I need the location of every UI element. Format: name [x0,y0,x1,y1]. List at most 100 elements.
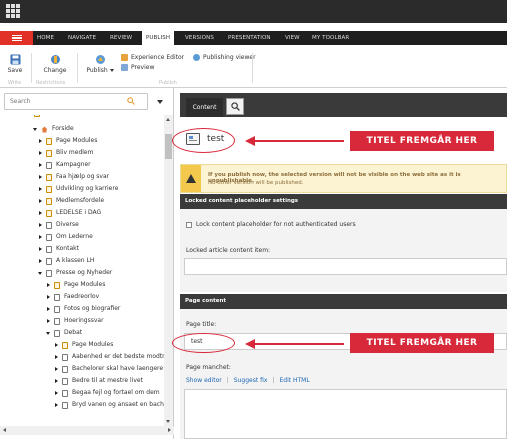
editor-search-button[interactable] [226,98,244,115]
lock-content-row[interactable]: Lock content placeholder for not authent… [186,221,356,228]
expand-icon[interactable] [55,343,58,347]
expand-icon[interactable] [55,391,58,395]
collapse-icon[interactable] [33,127,37,131]
tree-item[interactable]: A klassen LH [39,255,94,267]
show-editor-link[interactable]: Show editor [186,377,222,384]
suggest-fix-link[interactable]: Suggest fix [234,377,268,384]
tab-view[interactable]: VIEW [285,31,300,45]
expand-icon[interactable] [39,235,42,239]
tree-item-presse-og-nyheder[interactable]: Presse og Nyheder [38,267,112,279]
page-icon [46,245,52,253]
tree-item[interactable]: LEDELSE i DAG [39,207,101,219]
scroll-thumb[interactable] [165,134,172,159]
expand-icon[interactable] [39,211,42,215]
page-title-label: Page title: [186,321,217,328]
tree-item[interactable]: Om Lederne [39,231,93,243]
scroll-up-icon[interactable] [166,118,170,121]
apps-grid-icon[interactable] [6,4,20,18]
search-icon[interactable] [127,97,135,105]
save-button[interactable]: Save [5,54,25,74]
scroll-right-icon[interactable] [168,428,171,432]
edit-html-link[interactable]: Edit HTML [279,377,309,384]
expand-icon[interactable] [39,223,42,227]
collapse-icon[interactable] [38,271,42,275]
tree-item[interactable]: Faa hjælp og svar [39,171,109,183]
locked-article-field[interactable] [184,258,507,275]
expand-icon[interactable] [47,283,50,287]
tree-item-forside[interactable]: Forside [33,123,74,135]
content-tree: Forside Forside Page Modules Bliv medlem… [0,115,164,425]
link-separator: | [272,377,275,384]
tree-item[interactable]: Begaa fejl og fortael om dem [55,387,160,399]
tree-item[interactable]: Bedre til at mestre livet [55,375,143,387]
tab-review[interactable]: REVIEW [110,31,132,45]
tree-item[interactable]: Fotos og biografier [47,303,120,315]
tree-item-label: LEDELSE i DAG [56,209,102,216]
tree-horizontal-scrollbar[interactable] [0,426,174,435]
expand-icon[interactable] [55,355,58,359]
ribbon: Save Change Publish Experience Editor Pr… [0,45,507,88]
expand-icon[interactable] [55,367,58,371]
expand-icon[interactable] [39,259,42,263]
tab-presentation[interactable]: PRESENTATION [228,31,271,45]
expand-icon[interactable] [55,403,58,407]
tree-vertical-scrollbar[interactable] [164,115,173,426]
tab-versions[interactable]: VERSIONS [185,31,214,45]
page-icon [46,173,52,181]
expand-icon[interactable] [39,175,42,179]
tree-item[interactable]: Forside [34,115,66,119]
tree-item[interactable]: Kontakt [39,243,79,255]
folder-icon [46,137,52,145]
tree-item-debat[interactable]: Debat [46,327,82,339]
preview-button[interactable]: Preview [121,64,154,71]
publish-button[interactable]: Publish [84,54,116,74]
experience-editor-button[interactable]: Experience Editor [121,54,184,61]
tab-home[interactable]: HOME [37,31,54,45]
page-icon [62,377,68,385]
tree-item[interactable]: Aabenhed er det bedste modtra [55,351,164,363]
search-options-chevron-icon[interactable] [157,100,163,104]
expand-icon[interactable] [39,247,42,251]
tree-item[interactable]: Page Modules [55,339,113,351]
expand-icon[interactable] [39,199,42,203]
tab-my-toolbar[interactable]: MY TOOLBAR [312,31,349,45]
tree-item[interactable]: Bryd vanen og ansaet en bachel [55,399,164,411]
publishing-viewer-button[interactable]: Publishing viewer [193,54,256,61]
section-header-locked-content[interactable]: Locked content placeholder settings [180,194,507,209]
ribbon-divider [252,53,253,83]
tree-item-label: Hoeringssvar [64,317,104,324]
scroll-left-icon[interactable] [3,428,6,432]
expand-icon[interactable] [55,379,58,383]
tree-item[interactable]: Diverse [39,219,79,231]
collapse-icon[interactable] [46,331,50,335]
page-manchet-editor[interactable] [184,389,507,439]
search-input[interactable] [5,94,120,109]
tab-navigate[interactable]: NAVIGATE [68,31,96,45]
tab-publish[interactable]: PUBLISH [142,31,175,45]
expand-icon[interactable] [39,151,42,155]
tree-item[interactable]: Kampagner [39,159,91,171]
expand-icon[interactable] [47,319,50,323]
lock-content-checkbox[interactable] [186,221,192,228]
tree-item[interactable]: Faedreorlov [47,291,99,303]
tree-item[interactable]: Page Modules [39,135,97,147]
change-button[interactable]: Change [40,54,70,74]
expand-icon[interactable] [47,307,50,311]
tree-item-label: Bryd vanen og ansaet en bachel [72,401,164,408]
tab-content[interactable]: Content [186,98,223,117]
expand-icon[interactable] [39,139,42,143]
tree-item[interactable]: Page Modules [47,279,105,291]
expand-icon[interactable] [39,163,42,167]
tree-item[interactable]: Hoeringssvar [47,315,104,327]
menu-icon[interactable] [0,31,33,45]
group-label-publish: Publish [159,80,177,86]
tree-item[interactable]: Bachelorer skal have laengere ti [55,363,164,375]
section-header-page-content[interactable]: Page content [180,294,507,309]
tree-item[interactable]: Bliv medlem [39,147,93,159]
tree-item[interactable]: Medlemsfordele [39,195,104,207]
page-manchet-label: Page manchet: [186,364,231,371]
expand-icon[interactable] [39,187,42,191]
expand-icon[interactable] [47,295,50,299]
tree-item[interactable]: Udvikling og karriere [39,183,118,195]
scroll-down-icon[interactable] [166,420,170,423]
